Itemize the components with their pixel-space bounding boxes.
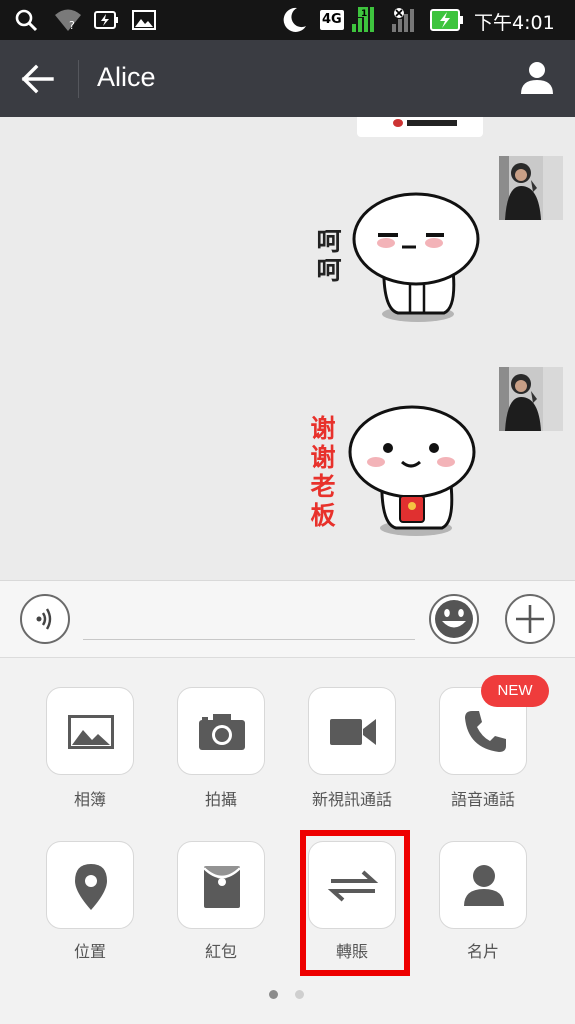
message-input[interactable] — [83, 639, 415, 640]
avatar[interactable] — [499, 367, 563, 431]
sticker-caption: 呵呵 — [316, 227, 342, 285]
transfer-highlight-box — [300, 830, 410, 976]
video-call-button[interactable] — [308, 687, 396, 775]
input-bar — [0, 580, 575, 658]
page-dot[interactable] — [295, 990, 304, 999]
moon-icon — [283, 7, 306, 32]
emoji-button[interactable] — [429, 594, 479, 644]
location-icon — [75, 864, 107, 910]
plus-icon — [516, 605, 544, 633]
network-type: 4G — [320, 10, 344, 30]
camera-icon — [199, 714, 245, 750]
battery-flash-icon — [94, 11, 118, 29]
camera-button[interactable] — [177, 687, 265, 775]
add-button[interactable] — [505, 594, 555, 644]
camera-label: 拍攝 — [204, 790, 237, 809]
chat-title: Alice — [97, 62, 156, 92]
battery-charging-icon — [430, 9, 463, 31]
sticker-character — [348, 405, 476, 536]
red-envelope-label: 紅包 — [204, 942, 237, 961]
avatar[interactable] — [499, 156, 563, 220]
svg-text:1: 1 — [361, 9, 367, 19]
page-dot-active[interactable] — [269, 990, 278, 999]
voice-call-label: 語音通話 — [450, 790, 515, 809]
sticker-message[interactable]: 谢谢老板 — [300, 404, 485, 544]
image-icon — [132, 10, 156, 30]
previous-message-card[interactable] — [357, 117, 483, 137]
phone-icon — [465, 711, 506, 752]
sticker-caption: 谢谢老板 — [310, 414, 336, 530]
video-call-icon — [330, 719, 376, 745]
wifi-icon: ? — [55, 9, 81, 32]
album-icon — [68, 715, 114, 749]
card-text-fragment — [407, 120, 457, 126]
back-arrow-icon[interactable] — [20, 62, 56, 96]
header-divider — [78, 60, 79, 98]
red-envelope-button[interactable] — [177, 841, 265, 929]
person-icon[interactable] — [519, 60, 555, 96]
card-logo — [393, 119, 403, 127]
new-badge: NEW — [481, 675, 549, 707]
video-call-label: 新視訊通話 — [311, 790, 392, 809]
search-icon — [15, 9, 38, 32]
chat-header: Alice — [0, 40, 575, 117]
avatar-photo — [499, 367, 563, 431]
album-button[interactable] — [46, 687, 134, 775]
svg-text:?: ? — [69, 19, 75, 32]
contact-card-button[interactable] — [439, 841, 527, 929]
sticker-character — [352, 192, 480, 322]
chat-area[interactable]: 呵呵 谢谢老板 — [0, 117, 575, 580]
location-label: 位置 — [73, 942, 106, 961]
voice-icon — [36, 608, 52, 630]
status-time: 下午4:01 — [474, 12, 555, 34]
contact-card-icon — [464, 865, 504, 906]
signal-icon: 1 — [352, 7, 414, 32]
location-button[interactable] — [46, 841, 134, 929]
voice-button[interactable] — [20, 594, 70, 644]
emoji-icon — [435, 600, 473, 638]
avatar-photo — [499, 156, 563, 220]
status-bar: ? 4G 1 下午4:01 — [0, 0, 575, 40]
album-label: 相簿 — [73, 790, 106, 809]
red-envelope-icon — [203, 866, 241, 908]
contact-card-label: 名片 — [466, 942, 499, 961]
sticker-message[interactable]: 呵呵 — [300, 189, 485, 329]
